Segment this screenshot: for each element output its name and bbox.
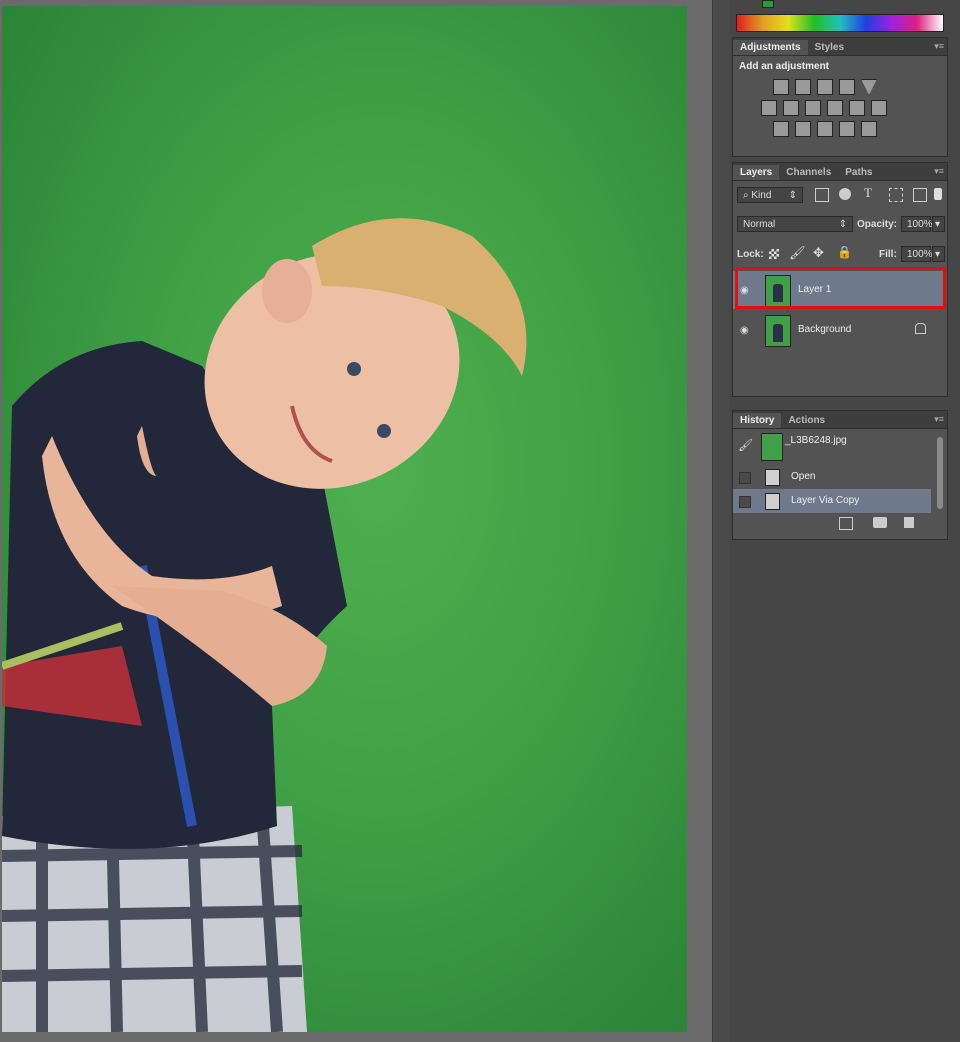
chevron-updown-icon: ⇕ (838, 219, 847, 230)
exposure-icon[interactable] (839, 79, 855, 95)
tab-history[interactable]: History (733, 413, 782, 428)
tab-channels[interactable]: Channels (779, 165, 838, 180)
search-icon: ⌕ (743, 190, 749, 201)
history-checkbox[interactable] (739, 472, 751, 484)
tab-actions[interactable]: Actions (781, 413, 832, 428)
posterize-icon[interactable] (795, 121, 811, 137)
levels-icon[interactable] (795, 79, 811, 95)
history-panel: History Actions ▾≡ 🖌 _L3B6248.jpg Open L… (732, 410, 948, 540)
curves-icon[interactable] (817, 79, 833, 95)
fill-input[interactable]: 100% (901, 246, 933, 262)
chevron-updown-icon: ⇕ (788, 190, 797, 201)
type-filter-icon[interactable]: T (864, 185, 872, 201)
camera-icon[interactable] (873, 517, 887, 528)
threshold-icon[interactable] (817, 121, 833, 137)
history-checkbox[interactable] (739, 496, 751, 508)
adjustments-panel: Adjustments Styles ▾≡ Add an adjustment (732, 37, 948, 157)
gradient-map-icon[interactable] (861, 121, 877, 137)
filter-kind-label: Kind (751, 190, 772, 201)
opacity-dropdown-button[interactable]: ▾ (932, 216, 945, 232)
trash-icon[interactable] (904, 517, 914, 528)
fill-dropdown-button[interactable]: ▾ (932, 246, 945, 262)
fill-label: Fill: (879, 249, 897, 260)
opacity-input[interactable]: 100% (901, 216, 933, 232)
panel-menu-icon[interactable]: ▾≡ (934, 414, 944, 425)
history-scrollbar[interactable] (937, 437, 943, 509)
vibrance-icon[interactable] (861, 79, 877, 95)
opacity-label: Opacity: (857, 219, 898, 230)
filter-kind-select[interactable]: ⌕ Kind ⇕ (737, 187, 803, 203)
selective-color-icon[interactable] (839, 121, 855, 137)
photo-filter-icon[interactable] (827, 100, 843, 116)
snapshot-thumbnail (761, 433, 783, 461)
pixel-filter-icon[interactable] (815, 188, 829, 202)
smart-object-filter-icon[interactable] (913, 188, 927, 202)
hue-saturation-icon[interactable] (761, 100, 777, 116)
history-state-open[interactable]: Open (733, 465, 931, 489)
snapshot-name: _L3B6248.jpg (785, 435, 847, 446)
new-document-icon[interactable] (839, 517, 853, 530)
brightness-contrast-icon[interactable] (773, 79, 789, 95)
history-state-layer-via-copy[interactable]: Layer Via Copy (733, 489, 931, 513)
lock-label: Lock: (737, 249, 764, 260)
history-brush-icon[interactable]: 🖌 (738, 438, 753, 452)
invert-icon[interactable] (773, 121, 789, 137)
color-lookup-icon[interactable] (871, 100, 887, 116)
lock-all-icon[interactable]: 🔒 (837, 245, 852, 259)
black-white-icon[interactable] (805, 100, 821, 116)
layer-thumbnail (765, 315, 791, 347)
photo-image (2, 6, 687, 1032)
layers-tabs: Layers Channels Paths ▾≡ (733, 163, 947, 181)
shape-filter-icon[interactable] (889, 188, 903, 202)
channel-mixer-icon[interactable] (849, 100, 865, 116)
document-icon (765, 493, 780, 510)
add-adjustment-heading: Add an adjustment (739, 61, 830, 72)
document-icon (765, 469, 780, 486)
tab-layers[interactable]: Layers (733, 165, 780, 180)
eye-icon[interactable]: ◉ (740, 325, 749, 336)
history-snapshot[interactable]: 🖌 _L3B6248.jpg (733, 431, 931, 463)
color-spectrum[interactable] (736, 14, 944, 32)
lock-icon (915, 323, 926, 334)
right-panel-dock: Adjustments Styles ▾≡ Add an adjustment (730, 0, 960, 1042)
layer-row-background[interactable]: ◉ Background (733, 311, 943, 349)
panel-menu-icon[interactable]: ▾≡ (934, 166, 944, 177)
lock-move-icon[interactable]: ✥ (813, 245, 824, 261)
adjustment-icons-row-2 (761, 100, 947, 116)
color-balance-icon[interactable] (783, 100, 799, 116)
tab-paths[interactable]: Paths (838, 165, 879, 180)
history-state-name: Open (791, 471, 816, 482)
child-photo-illustration (2, 218, 527, 1032)
adjustment-icons-row-3 (773, 121, 947, 137)
panel-divider[interactable] (712, 0, 731, 1042)
layer-name: Background (798, 324, 852, 335)
document-canvas[interactable] (0, 0, 712, 1042)
lock-transparent-icon[interactable] (769, 249, 779, 259)
blend-mode-select[interactable]: Normal ⇕ (737, 216, 853, 232)
color-swatch-icon[interactable] (762, 0, 774, 8)
adjustment-filter-icon[interactable] (839, 188, 851, 200)
blend-mode-value: Normal (743, 219, 776, 230)
adjustment-icons-row-1 (773, 79, 947, 95)
highlight-box (735, 267, 946, 309)
filter-toggle-icon[interactable] (934, 188, 942, 200)
tab-adjustments[interactable]: Adjustments (733, 40, 808, 55)
tab-styles[interactable]: Styles (808, 40, 851, 55)
adjustments-tabs: Adjustments Styles ▾≡ (733, 38, 947, 56)
lock-brush-icon[interactable]: 🖌 (789, 245, 806, 261)
panel-menu-icon[interactable]: ▾≡ (934, 41, 944, 52)
history-state-name: Layer Via Copy (791, 495, 860, 506)
history-tabs: History Actions ▾≡ (733, 411, 947, 429)
